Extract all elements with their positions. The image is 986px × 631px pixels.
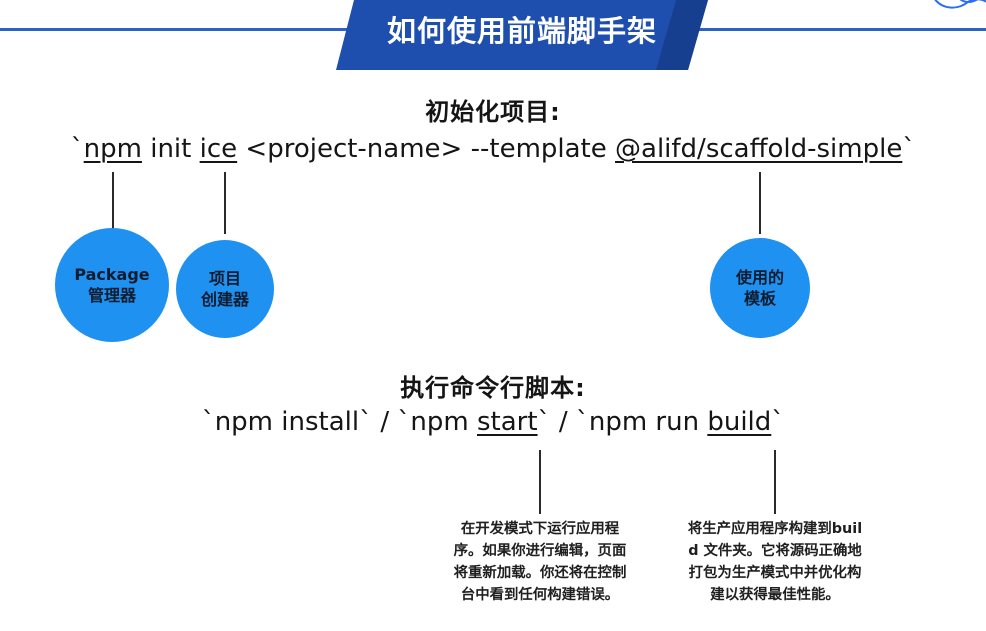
init-heading: 初始化项目: xyxy=(425,98,561,126)
project-creator-line2: 创建器 xyxy=(200,290,249,309)
init-command-close-tick: ` xyxy=(902,134,916,164)
init-command-template-flag: --template xyxy=(470,134,607,164)
init-command-init: init xyxy=(150,134,192,164)
scripts-command-start: start xyxy=(476,407,538,437)
scripts-command-start-prefix: `npm xyxy=(397,407,469,437)
init-command-open-tick: ` xyxy=(70,134,84,164)
scripts-command-start-suffix: ` xyxy=(537,407,551,437)
build-note: 将生产应用程序构建到build 文件夹。它将源码正确地打包为生产模式中并优化构建… xyxy=(687,521,863,603)
package-manager-line2: 管理器 xyxy=(87,286,136,305)
template-line2: 模板 xyxy=(743,289,776,308)
scripts-command-separator-2: / xyxy=(558,407,568,437)
start-note: 在开发模式下运行应用程序。如果你进行编辑，页面将重新加载。你还将在控制台中看到任… xyxy=(453,521,627,603)
connector-line-build xyxy=(774,450,776,514)
init-command-ice: ice xyxy=(199,134,238,164)
init-command: `npm init ice <project-name> --template … xyxy=(0,134,986,164)
scripts-command-build-suffix: ` xyxy=(771,407,785,437)
scripts-heading: 执行命令行脚本: xyxy=(400,374,586,402)
scripts-command-separator-1: / xyxy=(380,407,390,437)
project-creator-line1: 项目 xyxy=(208,269,241,288)
init-command-npm: npm xyxy=(83,134,142,164)
title-banner: 如何使用前端脚手架 xyxy=(336,0,708,70)
package-manager-line1: Package xyxy=(74,265,150,284)
scripts-command: `npm install` / `npm start` / `npm run b… xyxy=(0,407,986,437)
init-command-project-name: <project-name> xyxy=(245,134,463,164)
scripts-command-build: build xyxy=(707,407,772,437)
template-bubble: 使用的 模板 xyxy=(710,238,810,338)
project-creator-bubble: 项目 创建器 xyxy=(176,240,274,338)
corner-logo-icon xyxy=(934,0,986,9)
template-line1: 使用的 xyxy=(735,268,784,287)
scripts-command-install: `npm install` xyxy=(201,407,373,437)
init-command-template-value: @alifd/scaffold-simple xyxy=(615,134,903,164)
connector-line-ice xyxy=(224,172,226,234)
package-manager-bubble: Package 管理器 xyxy=(55,228,169,342)
page-title: 如何使用前端脚手架 xyxy=(386,14,657,48)
connector-line-start xyxy=(539,450,541,514)
connector-line-npm xyxy=(112,172,114,234)
connector-line-template xyxy=(759,172,761,234)
scripts-command-build-prefix: `npm run xyxy=(575,407,700,437)
